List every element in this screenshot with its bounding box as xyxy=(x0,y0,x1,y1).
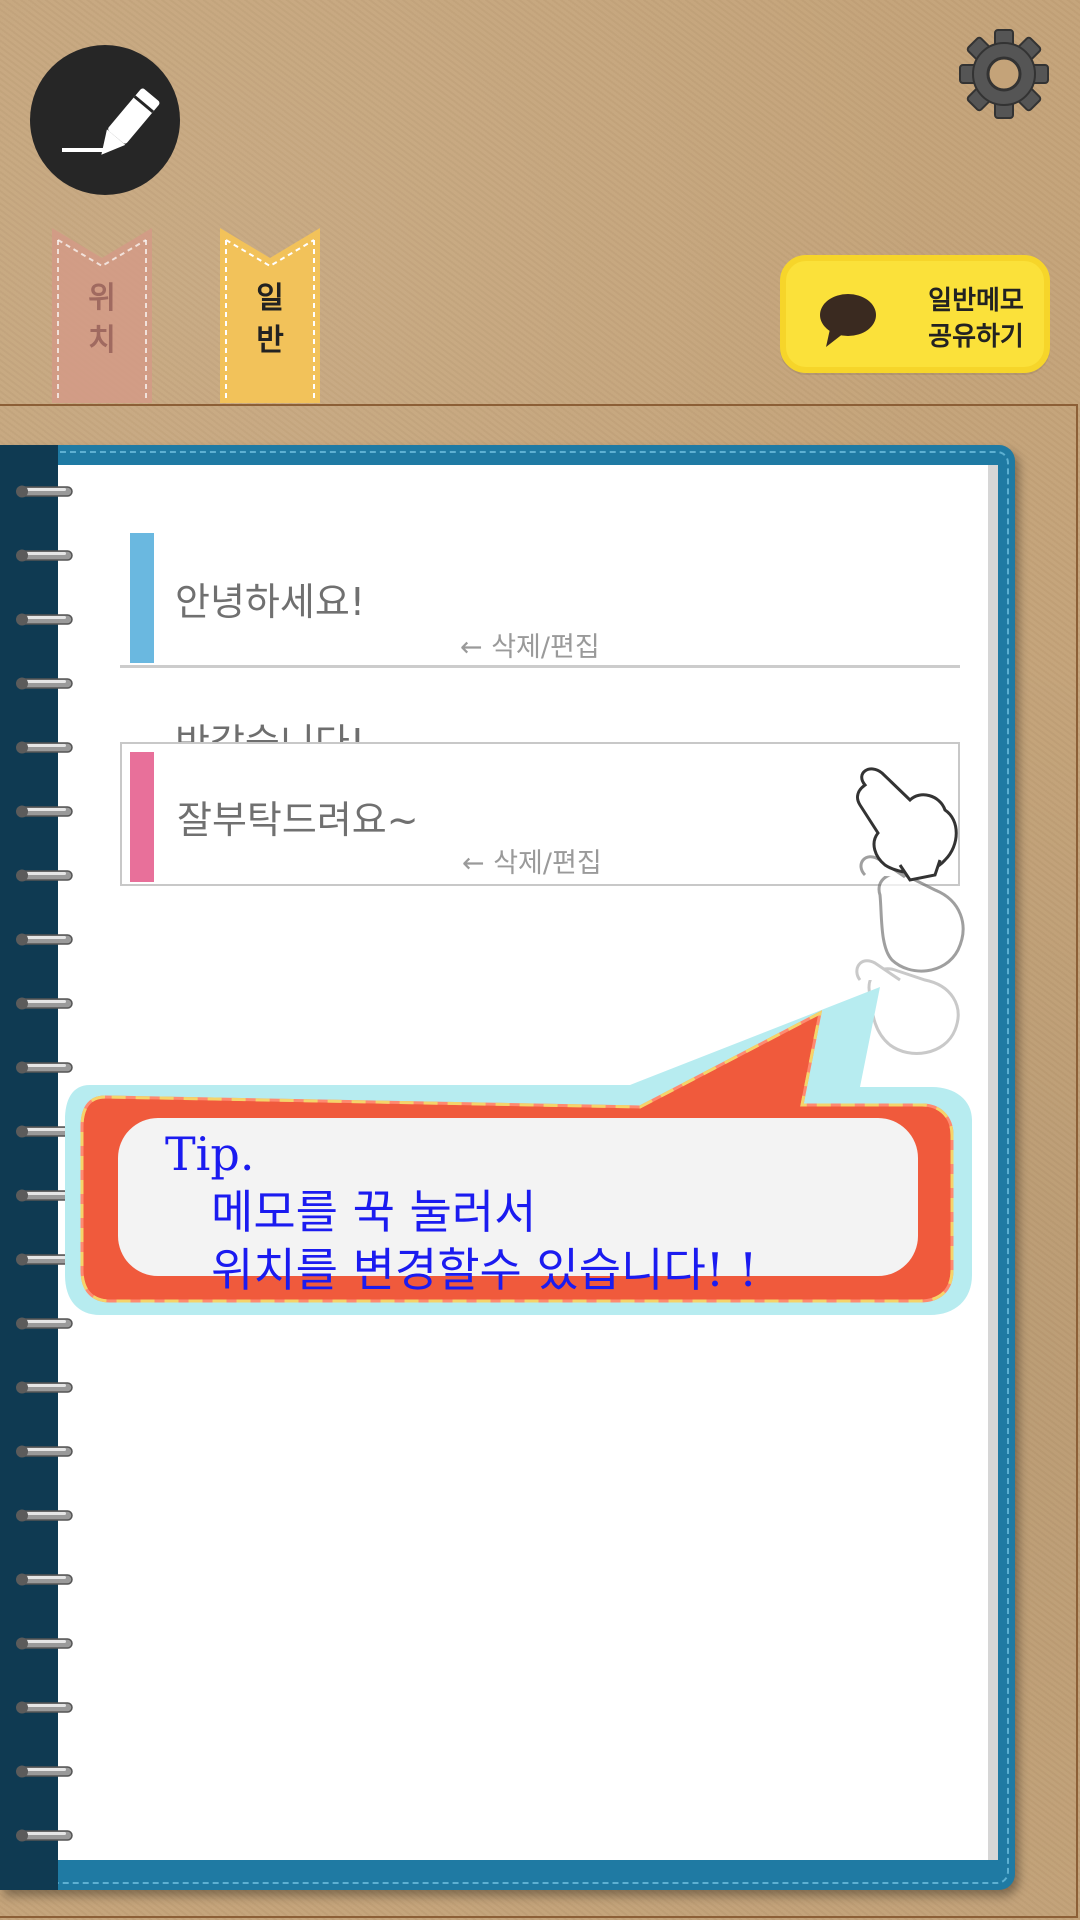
spiral-ring xyxy=(16,1826,74,1844)
memo-swipe-hint: ← 삭제/편집 xyxy=(460,632,600,663)
spiral-ring xyxy=(16,930,74,948)
tab-general-label-top: 일 xyxy=(256,281,284,316)
spiral-ring xyxy=(16,1378,74,1396)
chat-bubble-icon xyxy=(820,294,876,347)
tab-general[interactable]: 일 반 xyxy=(220,228,320,403)
memo-item-dragging[interactable]: 잘부탁드려요~ ← 삭제/편집 xyxy=(120,742,960,886)
pen-icon xyxy=(62,88,160,155)
spiral-ring xyxy=(16,674,74,692)
gear-icon xyxy=(959,29,1049,119)
share-memo-button[interactable]: 일반메모 공유하기 xyxy=(780,255,1050,373)
memo-swipe-hint: ← 삭제/편집 xyxy=(462,848,602,879)
spiral-ring xyxy=(16,610,74,628)
tab-location-label-top: 위 xyxy=(88,281,116,316)
spiral-ring xyxy=(16,738,74,756)
tip-text: Tip. 메모를 꾹 눌러서 위치를 변경할수 있습니다! ! xyxy=(165,1125,757,1299)
spiral-ring xyxy=(16,866,74,884)
share-label-line1: 일반메모 xyxy=(928,286,1024,316)
spiral-ring xyxy=(16,1570,74,1588)
tip-line-1: 메모를 꾹 눌러서 xyxy=(211,1185,537,1239)
tab-location-label-bottom: 치 xyxy=(88,323,116,358)
settings-button[interactable] xyxy=(958,28,1050,120)
memo-item[interactable]: 안녕하세요! ← 삭제/편집 xyxy=(120,533,960,668)
notebook-spine xyxy=(0,445,58,1890)
tab-general-label-bottom: 반 xyxy=(256,323,284,358)
tip-heading: Tip. xyxy=(165,1127,255,1181)
spiral-ring xyxy=(16,1506,74,1524)
spiral-ring xyxy=(16,1762,74,1780)
spiral-ring xyxy=(16,546,74,564)
spiral-ring xyxy=(16,482,74,500)
spiral-ring xyxy=(16,802,74,820)
memo-title: 잘부탁드려요~ xyxy=(177,798,419,842)
write-memo-button[interactable] xyxy=(30,45,180,195)
tab-location[interactable]: 위 치 xyxy=(52,228,152,403)
memo-color-bar xyxy=(130,533,154,663)
memo-title: 안녕하세요! xyxy=(175,580,366,624)
spiral-ring xyxy=(16,1698,74,1716)
memo-color-bar xyxy=(130,752,154,882)
share-label-line2: 공유하기 xyxy=(928,322,1024,352)
spiral-ring xyxy=(16,1634,74,1652)
spiral-ring xyxy=(16,1442,74,1460)
tip-line-2: 위치를 변경할수 있습니다! ! xyxy=(211,1243,758,1297)
